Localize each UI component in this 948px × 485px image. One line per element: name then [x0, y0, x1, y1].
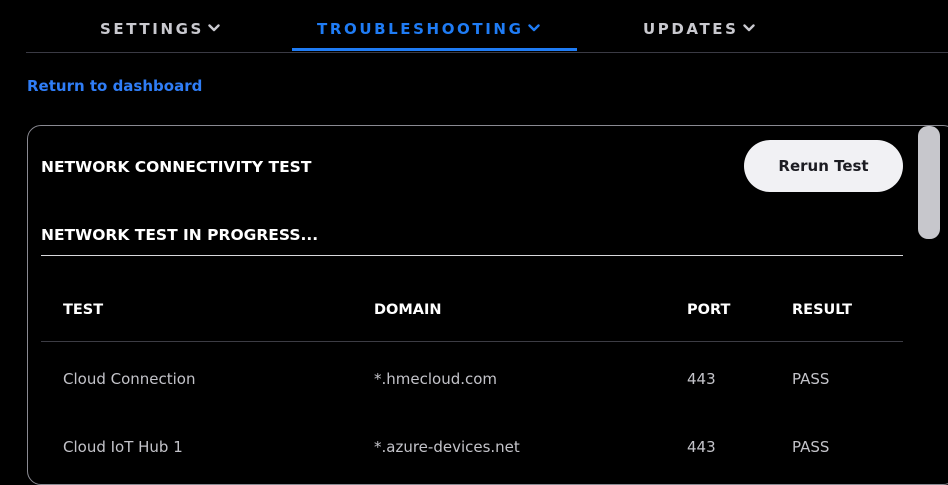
tab-settings[interactable]: SETTINGS — [100, 20, 220, 38]
cell-port: 443 — [687, 438, 716, 456]
panel-title: NETWORK CONNECTIVITY TEST — [41, 158, 312, 176]
column-header-domain: DOMAIN — [374, 302, 442, 318]
cell-domain: *.azure-devices.net — [374, 438, 520, 456]
tab-updates-label: UPDATES — [643, 20, 739, 38]
table-header-divider — [41, 341, 903, 342]
cell-test: Cloud Connection — [63, 370, 196, 388]
tab-troubleshooting-label: TROUBLESHOOTING — [317, 20, 524, 38]
chevron-down-icon — [742, 24, 755, 32]
cell-port: 443 — [687, 370, 716, 388]
rerun-test-button[interactable]: Rerun Test — [744, 140, 903, 192]
panel-scrollbar-thumb[interactable] — [918, 126, 940, 239]
column-header-test: TEST — [63, 302, 104, 318]
return-to-dashboard-link[interactable]: Return to dashboard — [27, 77, 202, 95]
test-status-text: NETWORK TEST IN PROGRESS... — [41, 226, 319, 244]
cell-test: Cloud IoT Hub 1 — [63, 438, 183, 456]
section-divider — [41, 255, 903, 256]
tab-updates[interactable]: UPDATES — [643, 20, 755, 38]
network-test-panel: NETWORK CONNECTIVITY TEST Rerun Test NET… — [27, 125, 948, 485]
tab-settings-label: SETTINGS — [100, 20, 204, 38]
tab-troubleshooting[interactable]: TROUBLESHOOTING — [317, 20, 540, 38]
cell-result: PASS — [792, 370, 830, 388]
column-header-port: PORT — [687, 302, 731, 318]
active-tab-indicator — [292, 48, 577, 51]
top-nav: SETTINGS TROUBLESHOOTING UPDATES — [26, 0, 948, 53]
cell-domain: *.hmecloud.com — [374, 370, 498, 388]
chevron-down-icon — [208, 24, 220, 32]
column-header-result: RESULT — [792, 302, 853, 318]
chevron-down-icon — [527, 24, 540, 32]
cell-result: PASS — [792, 438, 830, 456]
